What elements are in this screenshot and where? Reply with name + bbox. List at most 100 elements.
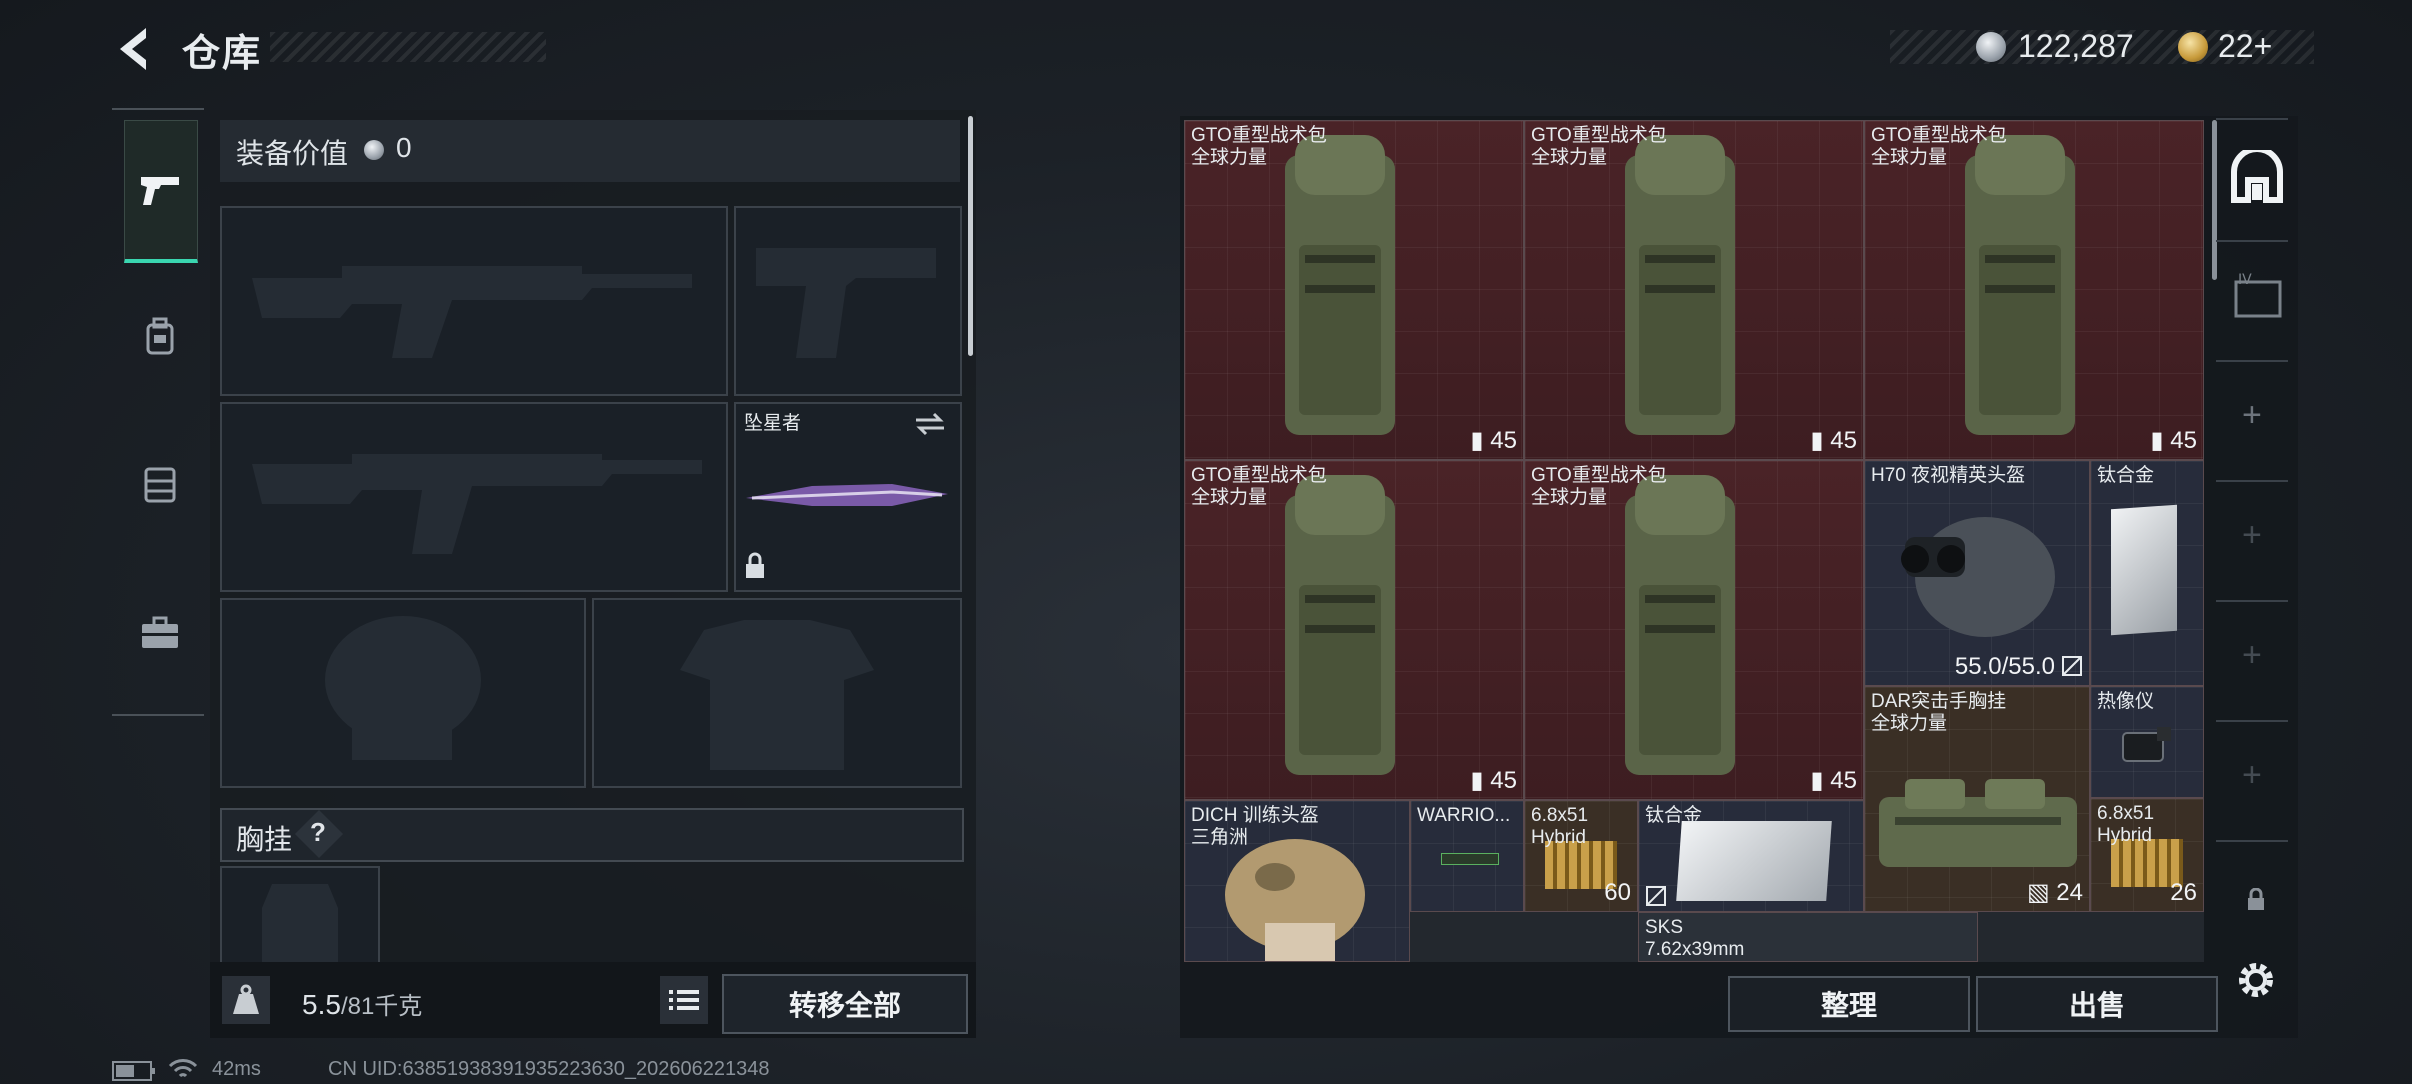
stash-item[interactable]: DAR突击手胸挂 全球力量 ▧ 24 bbox=[1864, 686, 2090, 912]
weight-current: 5.5 bbox=[302, 989, 341, 1020]
helmet-silhouette-icon bbox=[325, 616, 481, 760]
left-scrollbar[interactable] bbox=[968, 116, 973, 356]
item-subtitle: 全球力量 bbox=[1191, 487, 1268, 508]
stash-item[interactable]: 热像仪 bbox=[2090, 686, 2204, 798]
title-decoration bbox=[270, 32, 546, 62]
capacity-icon: ▧ bbox=[2026, 879, 2057, 906]
case-icon bbox=[142, 616, 178, 648]
knife-icon bbox=[746, 484, 948, 506]
pistol-slot[interactable] bbox=[734, 206, 962, 396]
melee-name: 坠星者 bbox=[744, 413, 802, 434]
rifle-silhouette-icon bbox=[252, 266, 692, 358]
primary-weapon-slot[interactable] bbox=[220, 206, 728, 396]
stash-item[interactable]: DICH 训练头盔 三角洲 bbox=[1184, 800, 1410, 962]
item-subtitle: 全球力量 bbox=[1531, 147, 1608, 168]
melee-slot[interactable]: 坠星者 bbox=[734, 402, 962, 592]
armor-slot[interactable] bbox=[592, 598, 962, 788]
stash-item[interactable]: WARRIO... bbox=[1410, 800, 1524, 912]
helmet-slot[interactable] bbox=[220, 598, 586, 788]
weight-readout: 5.5/81千克 bbox=[302, 986, 422, 1021]
item-subtitle: 7.62x39mm bbox=[1645, 939, 1745, 960]
add-tab-icon[interactable]: + bbox=[2242, 756, 2262, 795]
chest-rig-silhouette-icon bbox=[262, 884, 338, 964]
stash-item[interactable]: GTO重型战术包 全球力量 ▮ 45 bbox=[1864, 120, 2204, 460]
stash-item[interactable]: GTO重型战术包 全球力量 ▮ 45 bbox=[1184, 460, 1524, 800]
chest-rig-label: 胸挂 bbox=[236, 824, 293, 855]
capacity-icon: ▮ bbox=[1810, 427, 1831, 454]
weight-icon bbox=[222, 976, 270, 1024]
stash-item[interactable]: 钛合金 bbox=[1638, 800, 1864, 912]
item-name: WARRIO... bbox=[1417, 805, 1511, 826]
stash-item[interactable]: GTO重型战术包 全球力量 ▮ 45 bbox=[1524, 120, 1864, 460]
add-tab-icon[interactable]: + bbox=[2242, 396, 2262, 435]
list-view-button[interactable] bbox=[660, 976, 708, 1024]
coin-icon bbox=[1976, 32, 2006, 62]
capacity-value: 45 bbox=[1490, 427, 1517, 454]
help-icon[interactable]: ? bbox=[310, 817, 326, 848]
item-durability: 55.0/55.0 bbox=[1954, 653, 2055, 680]
stash-item[interactable]: 6.8x51 Hybrid 60 bbox=[1524, 800, 1638, 912]
capacity-icon: ▮ bbox=[1470, 767, 1491, 794]
back-arrow-icon[interactable] bbox=[112, 24, 156, 74]
sell-button[interactable]: 出售 bbox=[1976, 976, 2218, 1032]
capacity-value: 45 bbox=[1830, 427, 1857, 454]
tab-backpack[interactable] bbox=[124, 268, 196, 406]
item-name: SKS bbox=[1645, 917, 1684, 938]
backpack-item-icon bbox=[1285, 135, 1395, 435]
item-capacity: ▧ 24 bbox=[2027, 878, 2083, 907]
add-tab-icon[interactable]: + bbox=[2242, 516, 2262, 555]
swap-icon[interactable] bbox=[914, 410, 946, 438]
item-subtitle: Hybrid bbox=[2097, 825, 2152, 846]
stash-tab-iv-icon[interactable]: IV bbox=[2230, 270, 2286, 320]
premium-coin-icon bbox=[2178, 32, 2208, 62]
chest-rig-slot[interactable] bbox=[220, 866, 380, 966]
divider bbox=[2216, 720, 2288, 722]
item-name: GTO重型战术包 bbox=[1191, 465, 1327, 486]
item-capacity: ▮ 45 bbox=[2150, 426, 2197, 455]
tab-weapons[interactable] bbox=[124, 120, 198, 263]
item-quantity: 26 bbox=[2170, 879, 2197, 906]
divider bbox=[2216, 600, 2288, 602]
capacity-value: 45 bbox=[2170, 427, 2197, 454]
secondary-weapon-slot[interactable] bbox=[220, 402, 728, 592]
stash-item[interactable]: GTO重型战术包 全球力量 ▮ 45 bbox=[1524, 460, 1864, 800]
pistol-icon bbox=[141, 177, 179, 205]
capacity-icon: ▮ bbox=[2150, 427, 2171, 454]
stash-item[interactable]: H70 夜视精英头盔 55.0/55.0 bbox=[1864, 460, 2090, 686]
item-name: GTO重型战术包 bbox=[1531, 465, 1667, 486]
nv-helmet-icon bbox=[1901, 517, 2055, 637]
item-quantity: 60 bbox=[1604, 879, 1631, 906]
stash-item[interactable]: GTO重型战术包 全球力量 ▮ 45 bbox=[1184, 120, 1524, 460]
titanium-plate-icon bbox=[2111, 504, 2177, 636]
capacity-value: 45 bbox=[1830, 767, 1857, 794]
vest-icon bbox=[144, 467, 176, 503]
weight-max: /81千克 bbox=[340, 993, 423, 1020]
gear-icon[interactable] bbox=[2234, 958, 2278, 1002]
list-icon bbox=[669, 990, 699, 1010]
currency-main: 122,287 bbox=[2018, 28, 2134, 64]
titanium-plate-icon bbox=[1676, 821, 1832, 901]
item-subtitle: 全球力量 bbox=[1871, 147, 1948, 168]
svg-text:IV: IV bbox=[2238, 272, 2252, 288]
equipment-value: 0 bbox=[396, 132, 412, 163]
backpack-icon bbox=[146, 317, 174, 355]
add-tab-icon[interactable]: + bbox=[2242, 636, 2262, 675]
lock-icon[interactable] bbox=[2246, 888, 2266, 912]
ping-readout: 42ms bbox=[212, 1058, 261, 1080]
lock-icon bbox=[746, 552, 764, 578]
organize-button[interactable]: 整理 bbox=[1728, 976, 1970, 1032]
stash-item[interactable]: 钛合金 bbox=[2090, 460, 2204, 686]
item-name: DAR突击手胸挂 bbox=[1871, 691, 2007, 712]
stash-item[interactable]: SKS 7.62x39mm bbox=[1638, 912, 1978, 962]
item-name: 钛合金 bbox=[1645, 805, 1703, 826]
transfer-all-button[interactable]: 转移全部 bbox=[722, 974, 968, 1034]
item-name: GTO重型战术包 bbox=[1531, 125, 1667, 146]
currency-secondary[interactable]: 22+ bbox=[2218, 28, 2272, 65]
backpack-item-icon bbox=[1625, 135, 1735, 435]
stash-item[interactable]: 6.8x51 Hybrid 26 bbox=[2090, 798, 2204, 912]
tab-vest[interactable] bbox=[124, 416, 196, 554]
stash-scrollbar[interactable] bbox=[2212, 120, 2217, 280]
stash-grid: GTO重型战术包 全球力量 ▮ 45 GTO重型战术包 全球力量 ▮ 45 GT… bbox=[1184, 120, 2204, 962]
tab-case[interactable] bbox=[124, 564, 196, 702]
stash-home-icon[interactable] bbox=[2230, 150, 2284, 204]
